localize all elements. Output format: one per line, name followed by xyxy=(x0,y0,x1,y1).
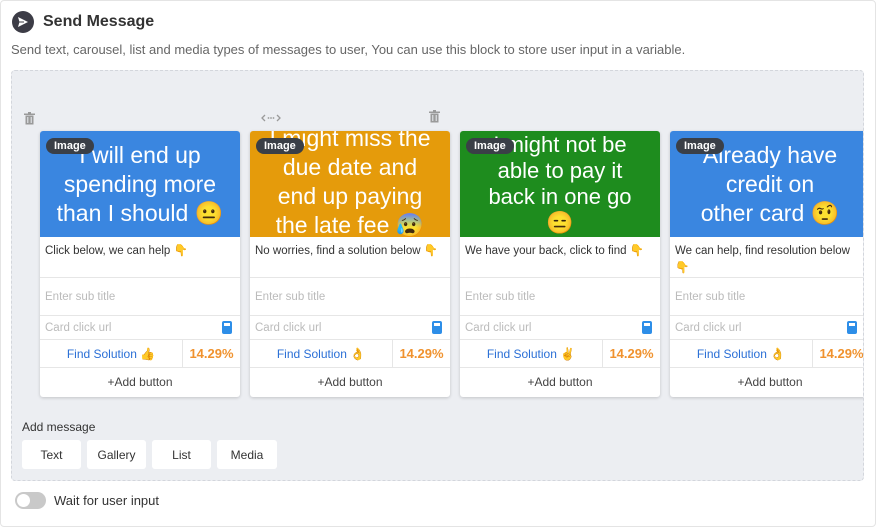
url-settings-icon[interactable] xyxy=(432,321,442,334)
carousel-editor: I will end up spending more than I shoul… xyxy=(11,70,864,481)
carousel-card: Already have credit on other card 🤨 Imag… xyxy=(670,131,864,397)
image-badge: Image xyxy=(256,138,304,154)
card-button[interactable]: Find Solution ✌ 14.29% xyxy=(460,340,660,368)
block-title: Send Message xyxy=(43,13,155,30)
card-button-percent: 14.29% xyxy=(609,346,654,361)
card-subtitle-input[interactable]: Enter sub title xyxy=(40,278,240,316)
delete-card-icon[interactable] xyxy=(427,109,441,123)
block-header: Send Message xyxy=(12,11,154,33)
card-url-input[interactable]: Card click url xyxy=(40,316,240,340)
carousel-card: I might not be able to pay it back in on… xyxy=(460,131,660,397)
add-button[interactable]: +Add button xyxy=(250,368,450,396)
wait-input-toggle[interactable] xyxy=(15,492,46,509)
card-subtitle-input[interactable]: Enter sub title xyxy=(460,278,660,316)
card-image[interactable]: Already have credit on other card 🤨 Imag… xyxy=(670,131,863,237)
reorder-handle-icon[interactable] xyxy=(261,111,281,125)
add-media-button[interactable]: Media xyxy=(217,440,277,469)
card-title[interactable]: Click below, we can help 👇 xyxy=(40,237,240,278)
add-gallery-button[interactable]: Gallery xyxy=(87,440,146,469)
block-description: Send text, carousel, list and media type… xyxy=(11,42,686,57)
wait-input-row: Wait for user input xyxy=(15,492,159,509)
card-title[interactable]: No worries, find a solution below 👇 xyxy=(250,237,450,278)
card-subtitle-input[interactable]: Enter sub title xyxy=(250,278,450,316)
card-url-input[interactable]: Card click url xyxy=(250,316,450,340)
add-text-button[interactable]: Text xyxy=(22,440,81,469)
add-button[interactable]: +Add button xyxy=(670,368,863,396)
add-message-buttons: Text Gallery List Media xyxy=(22,440,277,469)
add-button[interactable]: +Add button xyxy=(460,368,660,396)
send-icon xyxy=(12,11,34,33)
card-button-percent: 14.29% xyxy=(819,346,864,361)
card-button[interactable]: Find Solution 👌 14.29% xyxy=(250,340,450,368)
card-url-placeholder: Card click url xyxy=(45,321,112,334)
card-url-placeholder: Card click url xyxy=(675,321,742,334)
carousel-card: I might miss the due date and end up pay… xyxy=(250,131,450,397)
card-button-label[interactable]: Find Solution 👌 xyxy=(250,340,393,367)
card-image[interactable]: I might not be able to pay it back in on… xyxy=(460,131,660,237)
delete-card-icon[interactable] xyxy=(22,111,36,125)
card-url-input[interactable]: Card click url xyxy=(670,316,863,340)
url-settings-icon[interactable] xyxy=(642,321,652,334)
card-button-percent: 14.29% xyxy=(399,346,444,361)
carousel-card: I will end up spending more than I shoul… xyxy=(40,131,240,397)
card-image[interactable]: I might miss the due date and end up pay… xyxy=(250,131,450,237)
image-badge: Image xyxy=(46,138,94,154)
card-button[interactable]: Find Solution 👍 14.29% xyxy=(40,340,240,368)
card-button-label[interactable]: Find Solution 👌 xyxy=(670,340,813,367)
toggle-knob xyxy=(17,494,30,507)
card-title[interactable]: We have your back, click to find 👇 xyxy=(460,237,660,278)
card-url-input[interactable]: Card click url xyxy=(460,316,660,340)
add-list-button[interactable]: List xyxy=(152,440,211,469)
card-button-label[interactable]: Find Solution 👍 xyxy=(40,340,183,367)
card-button-percent: 14.29% xyxy=(189,346,234,361)
card-url-placeholder: Card click url xyxy=(465,321,532,334)
url-settings-icon[interactable] xyxy=(847,321,857,334)
card-url-placeholder: Card click url xyxy=(255,321,322,334)
card-subtitle-input[interactable]: Enter sub title xyxy=(670,278,863,316)
card-title[interactable]: We can help, find resolution below 👇 xyxy=(670,237,863,278)
add-button[interactable]: +Add button xyxy=(40,368,240,396)
card-image[interactable]: I will end up spending more than I shoul… xyxy=(40,131,240,237)
add-message-label: Add message xyxy=(22,420,96,434)
url-settings-icon[interactable] xyxy=(222,321,232,334)
image-badge: Image xyxy=(466,138,514,154)
send-message-block: Send Message Send text, carousel, list a… xyxy=(0,0,876,527)
card-button[interactable]: Find Solution 👌 14.29% xyxy=(670,340,864,368)
card-button-label[interactable]: Find Solution ✌ xyxy=(460,340,603,367)
wait-input-label: Wait for user input xyxy=(54,493,160,508)
image-badge: Image xyxy=(676,138,724,154)
